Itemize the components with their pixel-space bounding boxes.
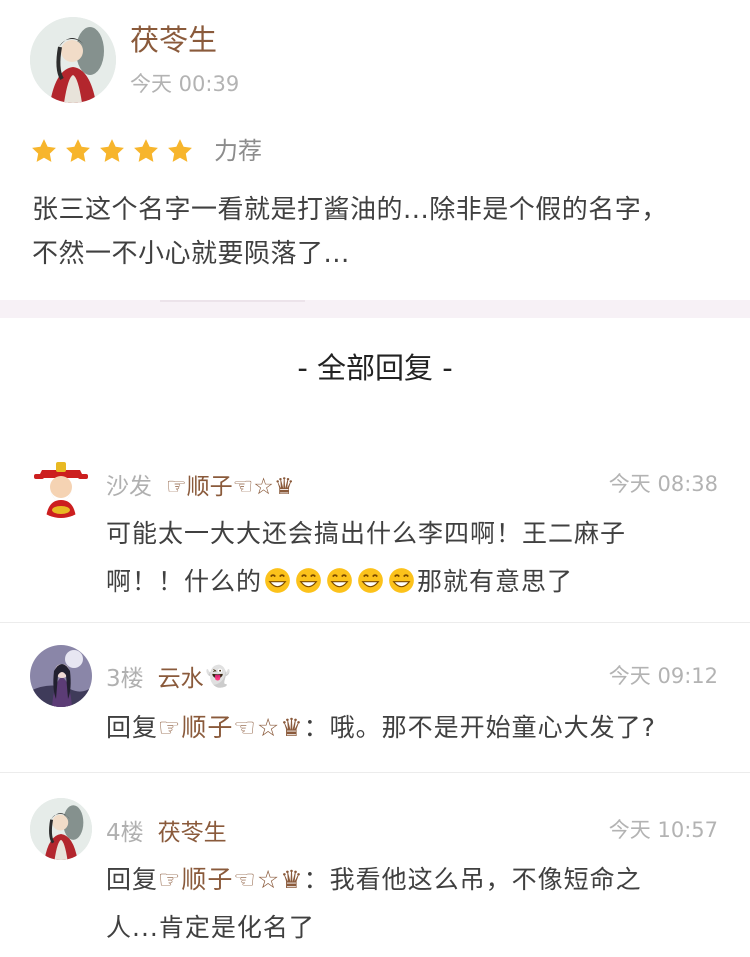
section-divider [0, 300, 750, 318]
reply-text-segment: ：哦。那不是开始童心大发了? [303, 713, 656, 742]
replier-name[interactable]: 茯苓生 [158, 813, 227, 847]
reply-meta: 3楼 云水 👻 [106, 660, 231, 692]
review-time: 今天 00:39 [130, 72, 240, 96]
reply-text-line: 可能太一大大还会搞出什么李四啊！王二麻子 [106, 519, 627, 548]
review-text-line: 张三这个名字一看就是打酱油的...除非是个假的名字， [32, 195, 668, 225]
reply-divider [0, 772, 750, 773]
reply-text: 可能太一大大还会搞出什么李四啊！王二麻子 啊！！什么的 那就有意思了 [106, 510, 721, 606]
reply-text: 回复☞顺子☜☆♛：我看他这么吊，不像短命之 人...肯定是化名了 [106, 856, 721, 952]
grinning-face-emoji [296, 568, 321, 593]
reply-text: 回复☞顺子☜☆♛：哦。那不是开始童心大发了? [106, 704, 721, 752]
reply-item: 4楼 茯苓生 今天 10:57 回复☞顺子☜☆♛：我看他这么吊，不像短命之 人.… [0, 792, 750, 957]
reply-time: 今天 08:38 [608, 472, 718, 496]
reply-prefix: 回复 [106, 713, 159, 742]
floor-label: 沙发 [106, 474, 152, 500]
reply-to-name[interactable]: ☞顺子☜☆♛ [158, 865, 304, 894]
reply-text-segment: 那就有意思了 [417, 567, 574, 596]
author-avatar-image [30, 798, 92, 860]
author-avatar-image [30, 17, 116, 103]
star-rating: 力荐 [30, 133, 262, 169]
star-icon [32, 139, 56, 162]
reply-item: 沙发 ☞顺子☜☆♛ 今天 08:38 可能太一大大还会搞出什么李四啊！王二麻子 … [0, 454, 750, 622]
replies-heading: - 全部回复 - [297, 351, 453, 385]
reply-text-segment: 啊！！什么的 [106, 567, 263, 596]
author-avatar[interactable] [30, 17, 116, 103]
reply-time: 今天 09:12 [608, 664, 718, 688]
replier-avatar[interactable] [30, 456, 92, 518]
floor-label: 4楼 [106, 820, 144, 846]
reply-meta: 沙发 ☞顺子☜☆♛ [106, 468, 294, 500]
grinning-face-emoji [358, 568, 383, 593]
reply-item: 3楼 云水 👻 今天 09:12 回复☞顺子☜☆♛：哦。那不是开始童心大发了? [0, 640, 750, 772]
god-of-wealth-avatar-image [30, 456, 92, 518]
reply-text-line: 人...肯定是化名了 [106, 913, 315, 942]
reply-text-segment: ：我看他这么吊，不像短命之 [303, 865, 642, 894]
star-icon [134, 139, 158, 162]
reply-text-line: 回复☞顺子☜☆♛：我看他这么吊，不像短命之 [106, 856, 721, 904]
grinning-face-emoji [265, 568, 290, 593]
ghost-icon: 👻 [205, 664, 231, 688]
reply-meta: 4楼 茯苓生 [106, 814, 227, 846]
review-text: 张三这个名字一看就是打酱油的...除非是个假的名字， 不然一不小心就要陨落了..… [32, 188, 722, 276]
grinning-face-emoji [389, 568, 414, 593]
replier-avatar[interactable] [30, 645, 92, 707]
reply-prefix: 回复 [106, 865, 159, 894]
reply-to-name[interactable]: ☞顺子☜☆♛ [158, 713, 304, 742]
replier-name[interactable]: ☞顺子☜☆♛ [166, 467, 294, 501]
replier-name[interactable]: 云水 [158, 659, 204, 693]
grinning-face-emoji-group [262, 567, 417, 596]
grinning-face-emoji [327, 568, 352, 593]
star-icon [66, 139, 90, 162]
star-icon [168, 139, 192, 162]
rating-label: 力荐 [214, 137, 262, 165]
reply-divider [0, 622, 750, 623]
reply-text-line: 啊！！什么的 那就有意思了 [106, 558, 721, 606]
character-avatar-image [30, 645, 92, 707]
reply-time: 今天 10:57 [608, 818, 718, 842]
author-name[interactable]: 茯苓生 [130, 22, 217, 58]
review-card: 茯苓生 今天 00:39 力荐 张三这个名字一看就是打酱油的...除非是个假的名… [0, 0, 750, 300]
star-icon [100, 139, 124, 162]
review-text-line: 不然一不小心就要陨落了... [32, 239, 350, 269]
replier-avatar[interactable] [30, 798, 92, 860]
floor-label: 3楼 [106, 666, 144, 692]
